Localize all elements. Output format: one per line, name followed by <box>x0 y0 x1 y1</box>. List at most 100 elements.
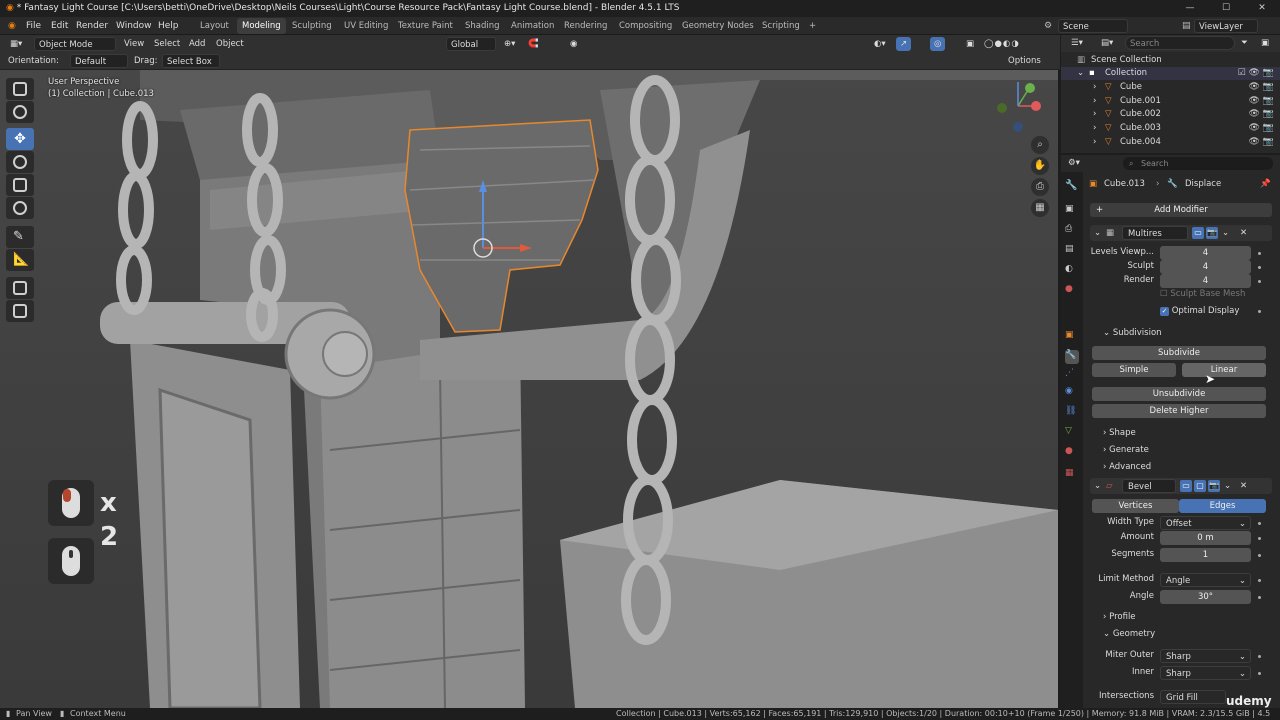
overlay-toggle-icon[interactable]: ◎ <box>930 37 946 51</box>
limit-method-dropdown[interactable]: Angle ⌄ <box>1160 573 1251 587</box>
transform-orientation-selector[interactable]: Global <box>446 37 496 51</box>
profile-section-header[interactable]: › Profile <box>1103 610 1136 624</box>
scene-tab-icon[interactable]: ◐ <box>1065 264 1079 278</box>
snap-icon[interactable]: 🧲 <box>524 37 543 51</box>
tab-texture-paint[interactable]: Texture Paint <box>393 18 458 34</box>
tab-scripting[interactable]: Scripting <box>757 18 805 34</box>
shape-section-header[interactable]: › Shape <box>1103 426 1136 440</box>
options-menu[interactable]: Options <box>1004 54 1045 68</box>
minimize-button[interactable]: — <box>1172 0 1208 17</box>
outliner-scene-collection[interactable]: ▥ Scene Collection <box>1061 54 1280 67</box>
menu-select[interactable]: Select <box>150 37 184 51</box>
keyframe-dot[interactable] <box>1258 655 1261 658</box>
visibility-icons[interactable]: 👁 📷 <box>1249 95 1275 108</box>
tab-compositing[interactable]: Compositing <box>614 18 677 34</box>
menu-view[interactable]: View <box>120 37 148 51</box>
collapse-chevron-icon[interactable]: ⌄ <box>1094 225 1101 241</box>
visibility-icons[interactable]: 👁 📷 <box>1249 136 1275 149</box>
segments-field[interactable]: 1 <box>1160 548 1251 562</box>
expand-icon[interactable]: › <box>1093 81 1096 94</box>
outliner-item-cube-004[interactable]: › ▽ Cube.004 👁 📷 <box>1061 136 1280 149</box>
keyframe-dot[interactable] <box>1258 310 1261 313</box>
render-toggle-icon[interactable]: 📷 <box>1206 227 1218 239</box>
advanced-section-header[interactable]: › Advanced <box>1103 460 1151 474</box>
keyframe-dot[interactable] <box>1258 537 1261 540</box>
view-layer-tab-icon[interactable]: ▤ <box>1065 244 1079 258</box>
dropdown-chevron-icon[interactable]: ⌄ <box>1222 225 1229 241</box>
pivot-point-icon[interactable]: ⊕▾ <box>500 37 519 51</box>
remove-modifier-icon[interactable]: ✕ <box>1240 478 1247 494</box>
collapse-chevron-icon[interactable]: ⌄ <box>1094 478 1101 494</box>
perspective-toggle-icon[interactable]: ▦ <box>1030 198 1050 218</box>
properties-editor-icon[interactable]: ⚙▾ <box>1064 156 1084 170</box>
tab-layout[interactable]: Layout <box>195 18 234 34</box>
expand-icon[interactable]: › <box>1093 136 1096 149</box>
outliner-collection[interactable]: ⌄ ▪ Collection ☑ 👁 📷 <box>1061 67 1280 80</box>
xray-toggle-icon[interactable]: ▣ <box>962 37 978 51</box>
geometry-section-header[interactable]: ⌄ Geometry <box>1103 627 1155 641</box>
render-toggle-icon[interactable]: 📷 <box>1208 480 1220 492</box>
transform-tool[interactable] <box>6 197 34 219</box>
zoom-icon[interactable]: ⌕ <box>1030 135 1050 155</box>
visibility-icons[interactable]: 👁 📷 <box>1249 108 1275 121</box>
camera-view-icon[interactable]: ⎙ <box>1030 177 1050 197</box>
multires-modifier-header[interactable]: ⌄ ▦ Multires ▭ 📷 ⌄ ✕ <box>1090 225 1272 241</box>
keyframe-dot[interactable] <box>1258 579 1261 582</box>
close-window-button[interactable]: ✕ <box>1244 0 1280 17</box>
menu-help[interactable]: Help <box>158 17 179 35</box>
keyframe-dot[interactable] <box>1258 596 1261 599</box>
simple-button[interactable]: Simple <box>1092 363 1176 377</box>
display-mode-icon[interactable]: ▤▾ <box>1097 36 1117 50</box>
tab-geometry-nodes[interactable]: Geometry Nodes <box>677 18 759 34</box>
3d-viewport[interactable] <box>0 70 1058 708</box>
tab-shading[interactable]: Shading <box>460 18 505 34</box>
render-tab-icon[interactable]: ▣ <box>1065 204 1079 218</box>
outliner-item-cube-001[interactable]: › ▽ Cube.001 👁 📷 <box>1061 95 1280 108</box>
outliner-item-cube[interactable]: › ▽ Cube 👁 📷 <box>1061 81 1280 94</box>
delete-higher-button[interactable]: Delete Higher <box>1092 404 1266 418</box>
menu-add[interactable]: Add <box>185 37 209 51</box>
viewlayer-selector[interactable]: ViewLayer <box>1194 19 1258 33</box>
collection-visibility-icons[interactable]: ☑ 👁 📷 <box>1238 67 1274 80</box>
tab-sculpting[interactable]: Sculpting <box>287 18 337 34</box>
gizmo-toggle-icon[interactable]: ↗ <box>896 37 912 51</box>
scale-tool[interactable] <box>6 174 34 196</box>
keyframe-dot[interactable] <box>1258 554 1261 557</box>
visibility-icons[interactable]: 👁 📷 <box>1249 122 1275 135</box>
editor-type-icon[interactable]: ▦▾ <box>6 37 26 51</box>
navigation-gizmo[interactable] <box>990 72 1048 136</box>
modifiers-tab-icon[interactable]: 🔧 <box>1065 350 1079 364</box>
pin-icon[interactable]: 📌 <box>1260 177 1271 192</box>
maximize-button[interactable]: ☐ <box>1208 0 1244 17</box>
multires-name-field[interactable]: Multires <box>1122 226 1188 240</box>
new-collection-icon[interactable]: ▣ <box>1257 36 1273 50</box>
expand-chevron-icon[interactable]: ⌄ <box>1077 67 1084 80</box>
material-tab-icon[interactable]: ● <box>1065 446 1079 460</box>
cursor-tool[interactable] <box>6 101 34 123</box>
select-box-tool[interactable] <box>6 78 34 100</box>
render-levels-field[interactable]: 4 <box>1160 274 1251 288</box>
physics-tab-icon[interactable]: ◉ <box>1065 386 1079 400</box>
sculpt-base-mesh-checkbox[interactable]: ☐ Sculpt Base Mesh <box>1160 287 1245 302</box>
inner-miter-dropdown[interactable]: Sharp ⌄ <box>1160 666 1251 680</box>
annotate-tool[interactable]: ✎ <box>6 226 34 248</box>
blender-menu-icon[interactable]: ◉ <box>8 17 16 35</box>
scene-render[interactable] <box>0 70 1058 708</box>
bevel-modifier-header[interactable]: ⌄ ▱ Bevel ▭ ▢ 📷 ⌄ ✕ <box>1090 478 1272 494</box>
add-cube-tool[interactable] <box>6 277 34 299</box>
subdivision-section-header[interactable]: ⌄ Subdivision <box>1103 326 1162 340</box>
edit-mode-toggle-icon[interactable]: ▭ <box>1192 227 1204 239</box>
visibility-icon[interactable]: ◐▾ <box>870 37 890 51</box>
amount-field[interactable]: 0 m <box>1160 531 1251 545</box>
outliner-item-cube-003[interactable]: › ▽ Cube.003 👁 📷 <box>1061 122 1280 135</box>
filter-icon[interactable]: ⏷ <box>1237 36 1252 50</box>
bevel-name-field[interactable]: Bevel <box>1122 479 1176 493</box>
add-workspace-button[interactable]: + <box>804 18 821 34</box>
expand-icon[interactable]: › <box>1093 108 1096 121</box>
scene-selector[interactable]: Scene <box>1058 19 1128 33</box>
orientation-selector[interactable]: Default <box>70 54 128 68</box>
intersections-dropdown[interactable]: Grid Fill <box>1160 690 1226 704</box>
subdivide-button[interactable]: Subdivide <box>1092 346 1266 360</box>
generate-section-header[interactable]: › Generate <box>1103 443 1149 457</box>
tab-rendering[interactable]: Rendering <box>559 18 612 34</box>
